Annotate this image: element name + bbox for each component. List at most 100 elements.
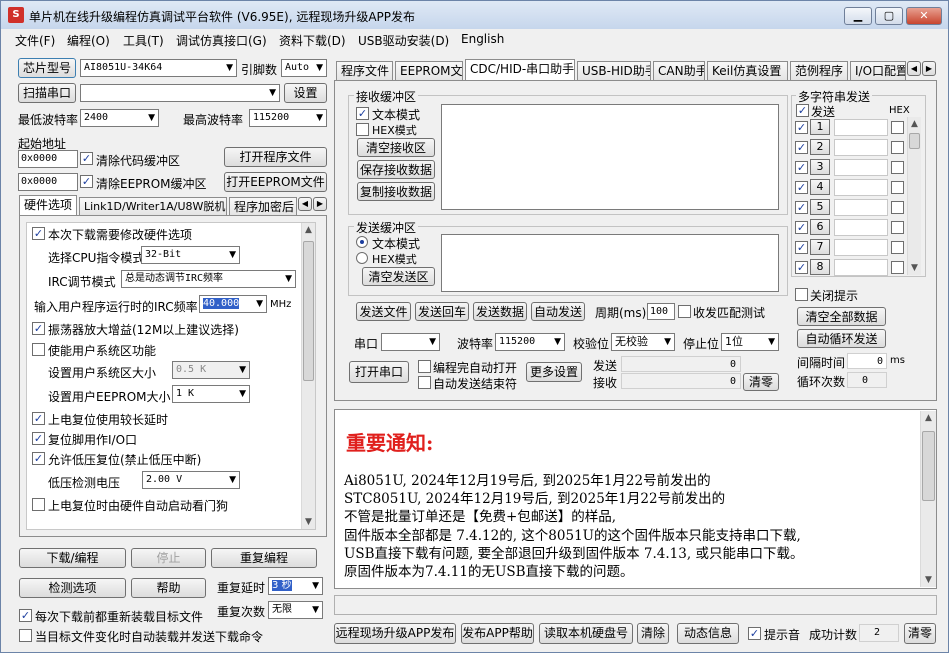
serial-port-select[interactable]: ▼ <box>381 333 440 351</box>
multi-send-row-input[interactable] <box>834 259 888 276</box>
more-settings-button[interactable]: 更多设置 <box>526 362 582 382</box>
multi-send-row-hex-checkbox[interactable] <box>891 201 904 214</box>
multi-send-row-input[interactable] <box>834 199 888 216</box>
chip-model-select[interactable]: AI8051U-34K64 ▼ <box>80 59 237 77</box>
clear-send-button[interactable]: 清空发送区 <box>362 267 435 286</box>
clear-code-checkbox[interactable]: ✓ <box>80 152 93 165</box>
scroll-thumb[interactable] <box>922 431 935 501</box>
eeprom-size-select[interactable]: 1 K ▼ <box>172 385 250 403</box>
tab-program-file[interactable]: 程序文件 <box>336 61 393 80</box>
multi-send-row-input[interactable] <box>834 239 888 256</box>
osc-gain-checkbox[interactable]: ✓ <box>32 322 45 335</box>
scroll-thumb[interactable] <box>303 241 314 381</box>
multi-send-row-hex-checkbox[interactable] <box>891 241 904 254</box>
code-addr-input[interactable]: 0x0000 <box>18 150 78 168</box>
maximize-button[interactable]: ▢ <box>875 7 903 25</box>
period-input[interactable]: 100 <box>647 303 675 320</box>
multi-send-row-checkbox[interactable]: ✓ <box>795 221 808 234</box>
multi-send-row-checkbox[interactable]: ✓ <box>795 181 808 194</box>
reload-checkbox[interactable]: ✓ <box>19 609 32 622</box>
tab-scroll-left[interactable]: ◀ <box>298 197 312 211</box>
port-select[interactable]: ▼ <box>80 84 280 102</box>
tabs-scroll-right[interactable]: ▶ <box>922 61 936 76</box>
menu-program[interactable]: 编程(O) <box>67 32 110 49</box>
modify-hw-checkbox[interactable]: ✓ <box>32 227 45 240</box>
tab-keil[interactable]: Keil仿真设置 <box>707 61 788 80</box>
multi-send-row-hex-checkbox[interactable] <box>891 221 904 234</box>
multi-send-row-checkbox[interactable]: ✓ <box>795 201 808 214</box>
multi-send-row-checkbox[interactable]: ✓ <box>795 121 808 134</box>
multi-send-row-checkbox[interactable]: ✓ <box>795 161 808 174</box>
auto-send-checkbox[interactable] <box>19 629 32 642</box>
eeprom-addr-input[interactable]: 0x0000 <box>18 173 78 191</box>
send-text-mode-radio[interactable] <box>356 236 368 248</box>
auto-loop-send-button[interactable]: 自动循环发送 <box>797 329 886 348</box>
open-serial-button[interactable]: 打开串口 <box>349 361 409 383</box>
open-eeprom-button[interactable]: 打开EEPROM文件 <box>224 172 327 192</box>
multi-send-row-input[interactable] <box>834 159 888 176</box>
send-textarea[interactable] <box>441 234 779 292</box>
auto-send-button[interactable]: 自动发送 <box>531 302 585 321</box>
recv-textarea[interactable] <box>441 104 779 210</box>
interval-input[interactable]: 0 <box>847 353 887 369</box>
menu-file[interactable]: 文件(F) <box>15 32 55 49</box>
tab-hardware[interactable]: 硬件选项 <box>19 195 77 216</box>
sys-size-select[interactable]: 0.5 K ▼ <box>172 361 250 379</box>
dynamic-info-button[interactable]: 动态信息 <box>677 623 739 644</box>
reset-io-checkbox[interactable]: ✓ <box>32 432 45 445</box>
notice-scrollbar[interactable]: ▲ ▼ <box>920 411 936 587</box>
parity-select[interactable]: 无校验 ▼ <box>611 333 675 351</box>
menu-download[interactable]: 资料下载(D) <box>279 32 346 49</box>
clear-count-button[interactable]: 清零 <box>743 373 779 391</box>
wdt-checkbox[interactable] <box>32 498 45 511</box>
tab-offline[interactable]: Link1D/Writer1A/U8W脱机 <box>79 197 227 215</box>
multi-send-row-hex-checkbox[interactable] <box>891 161 904 174</box>
close-tip-checkbox[interactable] <box>795 288 808 301</box>
multi-send-row-input[interactable] <box>834 119 888 136</box>
read-disk-id-button[interactable]: 读取本机硬盘号 <box>539 623 633 644</box>
multi-send-row-input[interactable] <box>834 139 888 156</box>
save-recv-button[interactable]: 保存接收数据 <box>357 160 435 179</box>
clear-recv-button[interactable]: 清空接收区 <box>357 138 435 157</box>
sys-area-checkbox[interactable] <box>32 343 45 356</box>
pins-select[interactable]: Auto ▼ <box>281 59 327 77</box>
minimize-button[interactable]: ▁ <box>844 7 872 25</box>
tab-can[interactable]: CAN助手 <box>653 61 705 80</box>
multi-send-row-button[interactable]: 7 <box>810 239 830 255</box>
clear-eeprom-checkbox[interactable]: ✓ <box>80 175 93 188</box>
chip-model-button[interactable]: 芯片型号 <box>18 58 76 78</box>
menu-debug[interactable]: 调试仿真接口(G) <box>176 32 267 49</box>
repeat-delay-select[interactable]: 3 秒 ▼ <box>268 577 323 595</box>
close-button[interactable]: ✕ <box>906 7 942 25</box>
multi-send-row-button[interactable]: 5 <box>810 199 830 215</box>
cpu-mode-select[interactable]: 32-Bit ▼ <box>141 246 240 264</box>
stop-bits-select[interactable]: 1位 ▼ <box>721 333 779 351</box>
multi-send-row-input[interactable] <box>834 179 888 196</box>
publish-help-button[interactable]: 发布APP帮助 <box>461 623 534 644</box>
auto-open-checkbox[interactable] <box>418 360 431 373</box>
multi-send-row-hex-checkbox[interactable] <box>891 181 904 194</box>
open-program-button[interactable]: 打开程序文件 <box>224 147 327 167</box>
menu-tools[interactable]: 工具(T) <box>123 32 164 49</box>
irc-mode-select[interactable]: 总是动态调节IRC频率 ▼ <box>121 270 296 288</box>
multi-send-row-hex-checkbox[interactable] <box>891 141 904 154</box>
multi-send-row-checkbox[interactable]: ✓ <box>795 141 808 154</box>
max-baud-select[interactable]: 115200 ▼ <box>249 109 327 127</box>
baud-select[interactable]: 115200 ▼ <box>495 333 565 351</box>
download-button[interactable]: 下载/编程 <box>19 548 126 568</box>
multi-send-row-checkbox[interactable]: ✓ <box>795 261 808 274</box>
send-data-button[interactable]: 发送数据 <box>473 302 527 321</box>
copy-recv-button[interactable]: 复制接收数据 <box>357 182 435 201</box>
tab-io-config[interactable]: I/O口配置 <box>850 61 906 80</box>
detect-options-button[interactable]: 检测选项 <box>19 578 126 598</box>
send-hex-mode-radio[interactable] <box>356 252 368 264</box>
multi-send-row-input[interactable] <box>834 219 888 236</box>
multi-send-row-button[interactable]: 6 <box>810 219 830 235</box>
stop-button[interactable]: 停止 <box>131 548 206 568</box>
lvr-checkbox[interactable]: ✓ <box>32 452 45 465</box>
repeat-count-select[interactable]: 无限 ▼ <box>268 601 323 619</box>
tab-examples[interactable]: 范例程序 <box>790 61 848 80</box>
send-enter-button[interactable]: 发送回车 <box>415 302 469 321</box>
multi-send-scrollbar[interactable]: ▲ ▼ <box>907 117 921 275</box>
multi-send-row-button[interactable]: 8 <box>810 259 830 275</box>
